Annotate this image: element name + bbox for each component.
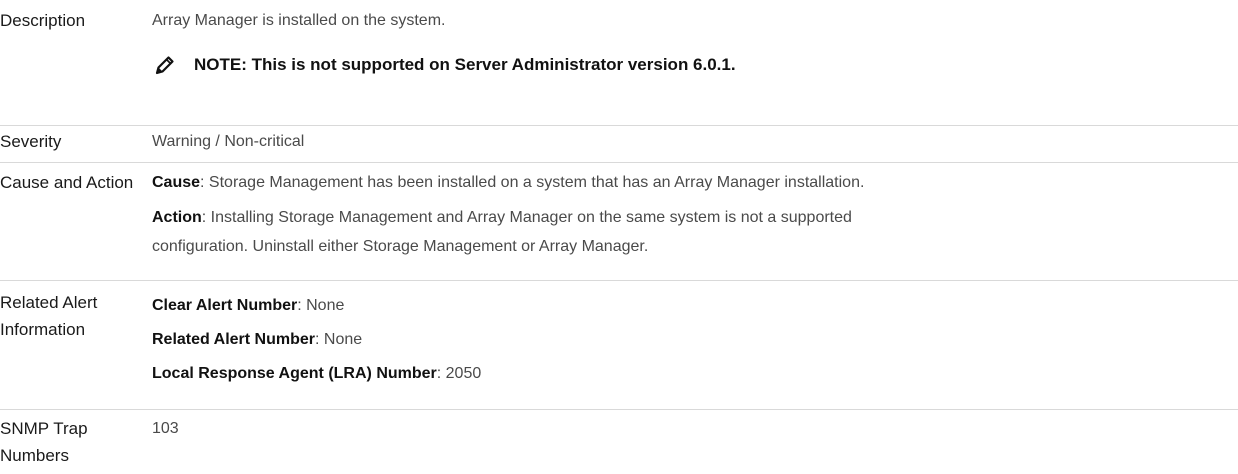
label-snmp-line-2: Numbers bbox=[0, 446, 69, 465]
row-cause-action: Cause and Action Cause: Storage Manageme… bbox=[0, 163, 1238, 280]
description-text: Array Manager is installed on the system… bbox=[152, 12, 446, 29]
label-related-line-2: Information bbox=[0, 320, 86, 339]
note-text: NOTE: This is not supported on Server Ad… bbox=[194, 55, 736, 74]
row-severity: Severity Warning / Non-critical bbox=[0, 126, 1238, 162]
row-related-alert: Related Alert Information Clear Alert Nu… bbox=[0, 281, 1238, 398]
lra-value: : 2050 bbox=[436, 365, 482, 382]
clear-alert-value: : None bbox=[297, 297, 345, 314]
action-line-2: configuration. Uninstall either Storage … bbox=[152, 238, 649, 255]
clear-alert-line: Clear Alert Number: None bbox=[152, 289, 1222, 323]
action-line-1: Action: Installing Storage Management an… bbox=[152, 203, 1222, 232]
related-alert-content: Clear Alert Number: None Related Alert N… bbox=[152, 289, 1222, 391]
severity-text: Warning / Non-critical bbox=[152, 133, 305, 150]
label-severity: Severity bbox=[0, 132, 62, 151]
action-key: Action bbox=[152, 209, 202, 226]
row-description: Description Array Manager is installed o… bbox=[0, 0, 1238, 128]
related-alert-key: Related Alert Number bbox=[152, 331, 315, 348]
label-snmp: SNMP Trap Numbers bbox=[0, 415, 140, 469]
lra-key: Local Response Agent (LRA) Number bbox=[152, 365, 437, 382]
cause-line: Cause: Storage Management has been insta… bbox=[152, 168, 1222, 197]
label-description: Description bbox=[0, 11, 86, 30]
related-alert-line: Related Alert Number: None bbox=[152, 323, 1222, 357]
cause-action-content: Cause: Storage Management has been insta… bbox=[152, 168, 1222, 261]
label-cause-action: Cause and Action bbox=[0, 173, 134, 192]
action-text-1: : Installing Storage Management and Arra… bbox=[201, 209, 852, 226]
row-snmp: SNMP Trap Numbers 103 bbox=[0, 410, 1238, 474]
lra-line: Local Response Agent (LRA) Number: 2050 bbox=[152, 357, 1222, 391]
alert-detail-table: Description Array Manager is installed o… bbox=[0, 0, 1238, 474]
clear-alert-key: Clear Alert Number bbox=[152, 297, 298, 314]
note-box: NOTE: This is not supported on Server Ad… bbox=[152, 53, 736, 77]
pencil-note-icon bbox=[155, 56, 174, 75]
label-related-alert: Related Alert Information bbox=[0, 289, 140, 343]
related-alert-value: : None bbox=[315, 331, 363, 348]
snmp-value: 103 bbox=[152, 420, 179, 437]
cause-text: : Storage Management has been installed … bbox=[200, 174, 865, 191]
label-related-line-1: Related Alert bbox=[0, 293, 98, 312]
label-snmp-line-1: SNMP Trap bbox=[0, 419, 88, 438]
cause-key: Cause bbox=[152, 174, 201, 191]
